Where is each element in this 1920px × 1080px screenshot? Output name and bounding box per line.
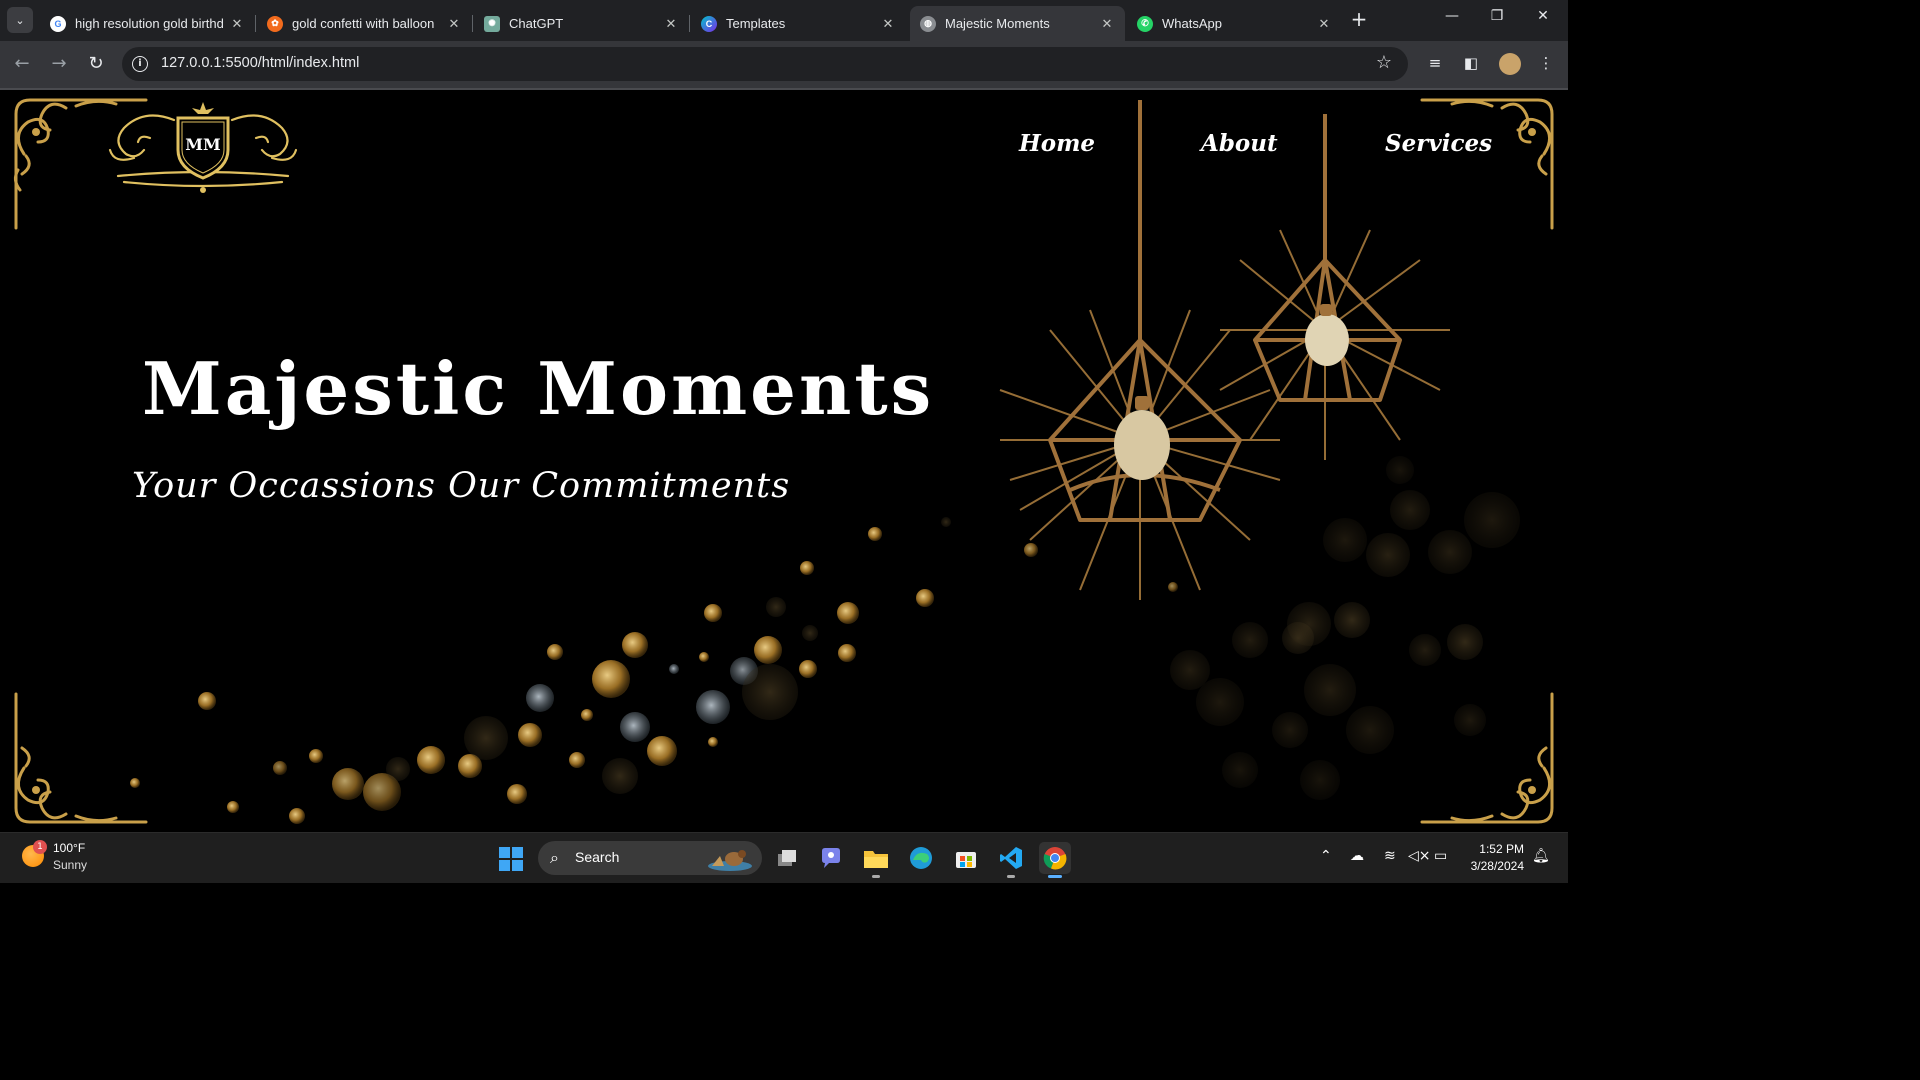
vscode-icon[interactable] [995, 842, 1027, 878]
weather-temperature: 100°F [53, 841, 86, 855]
notification-badge: 1 [33, 840, 47, 854]
task-view-icon[interactable] [771, 842, 803, 874]
chatgpt-icon: ✺ [484, 15, 500, 32]
tab-title: WhatsApp [1162, 16, 1222, 31]
menu-kebab-icon[interactable]: ⋮ [1535, 54, 1557, 72]
microsoft-store-icon[interactable] [950, 842, 982, 874]
taskbar-search-label: Search [575, 849, 620, 865]
tab-templates[interactable]: C Templates ✕ [691, 6, 906, 41]
corner-ornament-bottom-right [1420, 692, 1554, 824]
media-control-icon[interactable]: ≡ [1424, 54, 1446, 72]
web-page: MM Home About Services Majestic Moments … [0, 90, 1568, 832]
teams-chat-icon[interactable] [815, 842, 847, 874]
volume-muted-icon[interactable]: ◁× [1408, 848, 1431, 864]
crest-emblem: MM [108, 102, 298, 193]
edge-browser-icon[interactable] [905, 842, 937, 874]
restore-icon[interactable]: ❐ [1485, 8, 1509, 24]
address-bar[interactable]: i 127.0.0.1:5500/html/index.html ☆ [122, 47, 1408, 81]
tab-confetti[interactable]: ✿ gold confetti with balloon ✕ [257, 6, 473, 41]
whatsapp-icon: ✆ [1137, 15, 1153, 32]
tab-title: Templates [726, 16, 786, 31]
tab-chatgpt[interactable]: ✺ ChatGPT ✕ [474, 6, 690, 41]
onedrive-icon[interactable]: ☁ [1350, 848, 1364, 864]
chevron-down-icon: ⌄ [15, 13, 25, 27]
logo-monogram: MM [185, 135, 220, 154]
tab-title: Majestic Moments [945, 16, 1050, 31]
hero-title: Majestic Moments [142, 346, 935, 431]
clock-date: 3/28/2024 [1470, 859, 1524, 873]
wifi-icon[interactable]: ≋ [1384, 848, 1396, 864]
tab-whatsapp[interactable]: ✆ WhatsApp ✕ [1127, 6, 1342, 41]
hanging-lamps-illustration [999, 100, 1450, 600]
close-icon[interactable]: ✕ [227, 16, 247, 32]
minimize-icon[interactable]: — [1440, 8, 1464, 24]
back-arrow-icon[interactable]: ← [10, 52, 34, 76]
brave-icon: ✿ [267, 15, 283, 32]
tab-google[interactable]: G high resolution gold birthd ✕ [40, 6, 256, 41]
site-info-icon[interactable]: i [132, 56, 148, 72]
taskbar-search[interactable]: ⌕ Search [538, 841, 762, 875]
site-logo[interactable]: MM [104, 98, 302, 196]
tab-title: gold confetti with balloon [292, 16, 435, 31]
clock-time: 1:52 PM [1479, 842, 1524, 856]
close-window-icon[interactable]: ✕ [1531, 8, 1555, 24]
tab-title: ChatGPT [509, 16, 564, 31]
canva-icon: C [701, 15, 717, 32]
windows-taskbar: 1 100°F Sunny ⌕ Search ⌃ ☁ ≋ ◁× ▭ 1:52 P… [0, 832, 1568, 883]
bookmark-star-icon[interactable]: ☆ [1376, 52, 1392, 73]
side-panel-icon[interactable]: ◧ [1460, 54, 1482, 72]
tab-majestic-moments[interactable]: ◍ Majestic Moments ✕ [910, 6, 1125, 41]
close-icon[interactable]: ✕ [878, 16, 898, 32]
weather-condition: Sunny [53, 858, 88, 872]
search-icon: ⌕ [550, 848, 559, 867]
new-tab-button[interactable]: + [1348, 9, 1370, 31]
tab-search-button[interactable]: ⌄ [7, 7, 33, 33]
corner-ornament-bottom-left [14, 692, 148, 824]
close-icon[interactable]: ✕ [1097, 16, 1117, 32]
tab-title: high resolution gold birthd [75, 16, 224, 31]
notification-bell-icon[interactable]: 🔔︎ [1532, 848, 1550, 864]
file-explorer-icon[interactable] [860, 842, 892, 878]
hero-subtitle: Your Occassions Our Commitments [132, 466, 791, 506]
reload-icon[interactable]: ↻ [84, 52, 108, 76]
battery-icon[interactable]: ▭ [1434, 848, 1447, 864]
forward-arrow-icon[interactable]: → [47, 52, 71, 76]
close-icon[interactable]: ✕ [444, 16, 464, 32]
system-clock[interactable]: 1:52 PM 3/28/2024 [1460, 841, 1524, 875]
browser-toolbar: ← → ↻ i 127.0.0.1:5500/html/index.html ☆… [0, 41, 1568, 88]
google-icon: G [50, 15, 66, 32]
profile-avatar[interactable] [1499, 53, 1521, 75]
globe-icon: ◍ [920, 15, 936, 32]
close-icon[interactable]: ✕ [661, 16, 681, 32]
windows-start-icon[interactable] [498, 846, 524, 872]
close-icon[interactable]: ✕ [1314, 16, 1334, 32]
chrome-icon[interactable] [1039, 842, 1071, 878]
tab-strip: ⌄ G high resolution gold birthd ✕ ✿ gold… [0, 0, 1568, 41]
search-highlight-art [708, 850, 752, 871]
address-url[interactable]: 127.0.0.1:5500/html/index.html [161, 55, 359, 71]
chevron-up-icon[interactable]: ⌃ [1320, 848, 1332, 864]
